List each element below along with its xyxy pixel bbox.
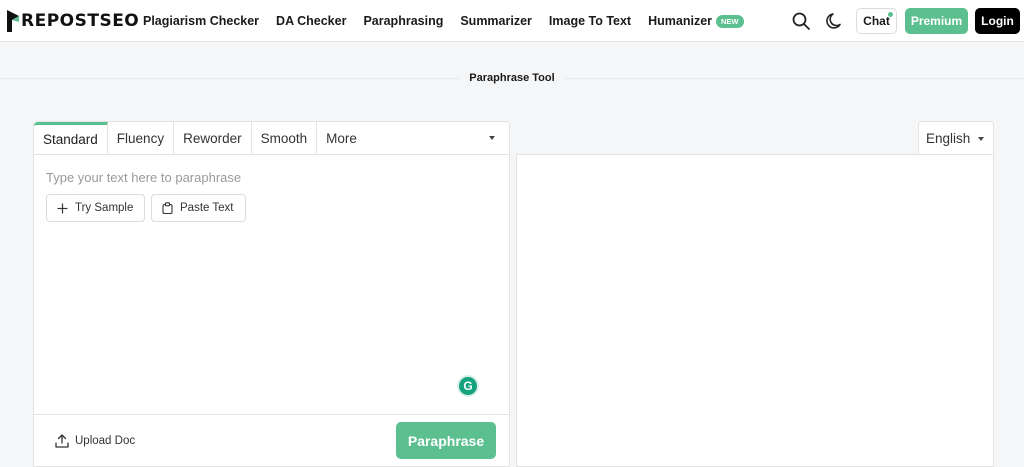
tab-standard[interactable]: Standard — [34, 122, 108, 154]
upload-icon — [55, 434, 69, 448]
tab-fluency[interactable]: Fluency — [108, 122, 175, 154]
logo-mark-icon — [7, 10, 19, 32]
logo-text: REPOSTSEO — [21, 11, 140, 31]
new-badge: NEW — [716, 14, 744, 28]
moon-icon[interactable] — [825, 11, 845, 31]
brand-logo[interactable]: REPOSTSEO — [6, 8, 139, 34]
caret-down-icon — [978, 136, 985, 141]
premium-button[interactable]: Premium — [905, 8, 968, 34]
chat-label: Chat — [863, 14, 890, 28]
mode-tabs: Standard Fluency Reworder Smooth More — [34, 122, 509, 155]
paraphrase-button[interactable]: Paraphrase — [396, 422, 496, 459]
plus-icon — [57, 203, 68, 213]
clipboard-icon — [162, 202, 173, 214]
login-button[interactable]: Login — [975, 8, 1020, 34]
output-panel[interactable] — [516, 154, 994, 467]
grammarly-icon[interactable]: G — [457, 375, 479, 397]
page-title-text: Paraphrase Tool — [459, 72, 565, 84]
nav-summarizer[interactable]: Summarizer — [460, 14, 532, 28]
try-sample-label: Try Sample — [75, 202, 134, 214]
nav-image-to-text[interactable]: Image To Text — [549, 14, 631, 28]
language-select[interactable]: English — [918, 121, 994, 155]
input-footer: Upload Doc Paraphrase — [34, 414, 509, 467]
tab-smooth[interactable]: Smooth — [252, 122, 318, 154]
try-sample-button[interactable]: Try Sample — [46, 194, 145, 222]
more-label: More — [326, 130, 357, 146]
nav-paraphrasing[interactable]: Paraphrasing — [363, 14, 443, 28]
nav-humanizer-label: Humanizer — [648, 14, 713, 28]
input-panel: Standard Fluency Reworder Smooth More Ty… — [33, 121, 510, 467]
main-nav: Plagiarism Checker DA Checker Paraphrasi… — [143, 0, 761, 42]
upload-doc-button[interactable]: Upload Doc — [55, 434, 135, 448]
language-label: English — [926, 131, 971, 146]
top-header: REPOSTSEO Plagiarism Checker DA Checker … — [0, 0, 1024, 42]
paste-text-button[interactable]: Paste Text — [151, 194, 246, 222]
input-textarea[interactable]: Type your text here to paraphrase — [46, 170, 241, 185]
online-indicator — [888, 12, 893, 17]
nav-humanizer[interactable]: Humanizer NEW — [648, 14, 744, 28]
nav-da-checker[interactable]: DA Checker — [276, 14, 346, 28]
tab-reworder[interactable]: Reworder — [174, 122, 252, 154]
chat-button[interactable]: Chat — [856, 8, 897, 34]
page-title: Paraphrase Tool — [0, 72, 1024, 84]
caret-down-icon — [489, 136, 495, 140]
paste-text-label: Paste Text — [180, 202, 234, 214]
nav-plagiarism-checker[interactable]: Plagiarism Checker — [143, 14, 259, 28]
upload-doc-label: Upload Doc — [75, 435, 136, 447]
search-icon[interactable] — [791, 11, 811, 31]
more-modes-dropdown[interactable]: More — [317, 122, 509, 154]
